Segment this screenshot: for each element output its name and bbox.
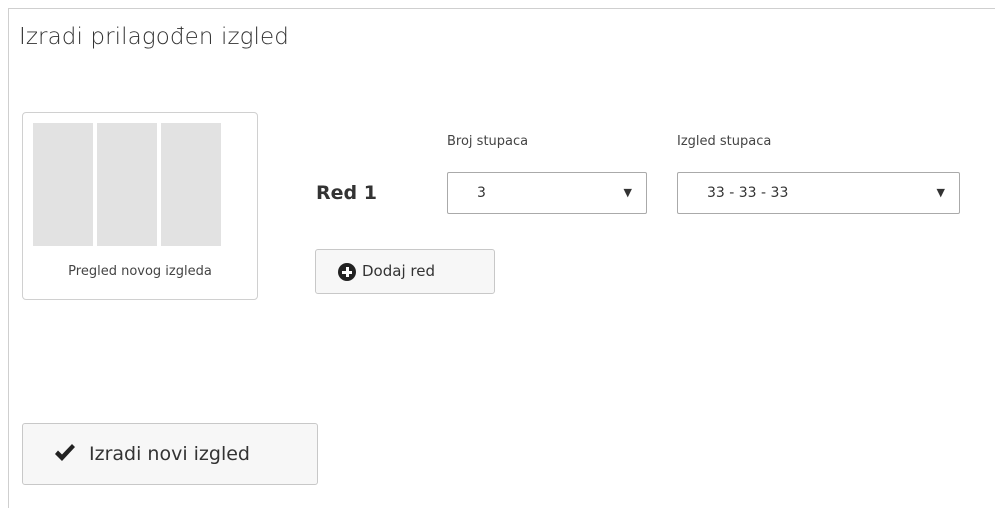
columns-layout-label: Izgled stupaca	[677, 134, 772, 149]
preview-column	[97, 123, 157, 246]
create-layout-button[interactable]: Izradi novi izgled	[22, 423, 318, 485]
page-title: Izradi prilagođen izgled	[19, 24, 289, 50]
columns-count-select[interactable]: 3 ▼	[447, 172, 647, 214]
columns-layout-select[interactable]: 33 - 33 - 33 ▼	[677, 172, 960, 214]
caret-down-icon: ▼	[936, 186, 945, 199]
row-label: Red 1	[316, 182, 377, 204]
add-row-button[interactable]: Dodaj red	[315, 249, 495, 294]
preview-caption: Pregled novog izgleda	[68, 264, 212, 279]
preview-column	[161, 123, 221, 246]
columns-layout-value: 33 - 33 - 33	[707, 185, 789, 201]
columns-count-value: 3	[477, 185, 486, 201]
layout-preview: Pregled novog izgleda	[22, 112, 258, 300]
plus-circle-icon	[338, 263, 356, 281]
preview-columns	[33, 123, 221, 246]
create-layout-label: Izradi novi izgled	[89, 443, 250, 465]
preview-column	[33, 123, 93, 246]
caret-down-icon: ▼	[623, 186, 632, 199]
columns-count-label: Broj stupaca	[447, 134, 529, 149]
add-row-label: Dodaj red	[362, 262, 435, 280]
checkmark-icon	[55, 444, 75, 461]
